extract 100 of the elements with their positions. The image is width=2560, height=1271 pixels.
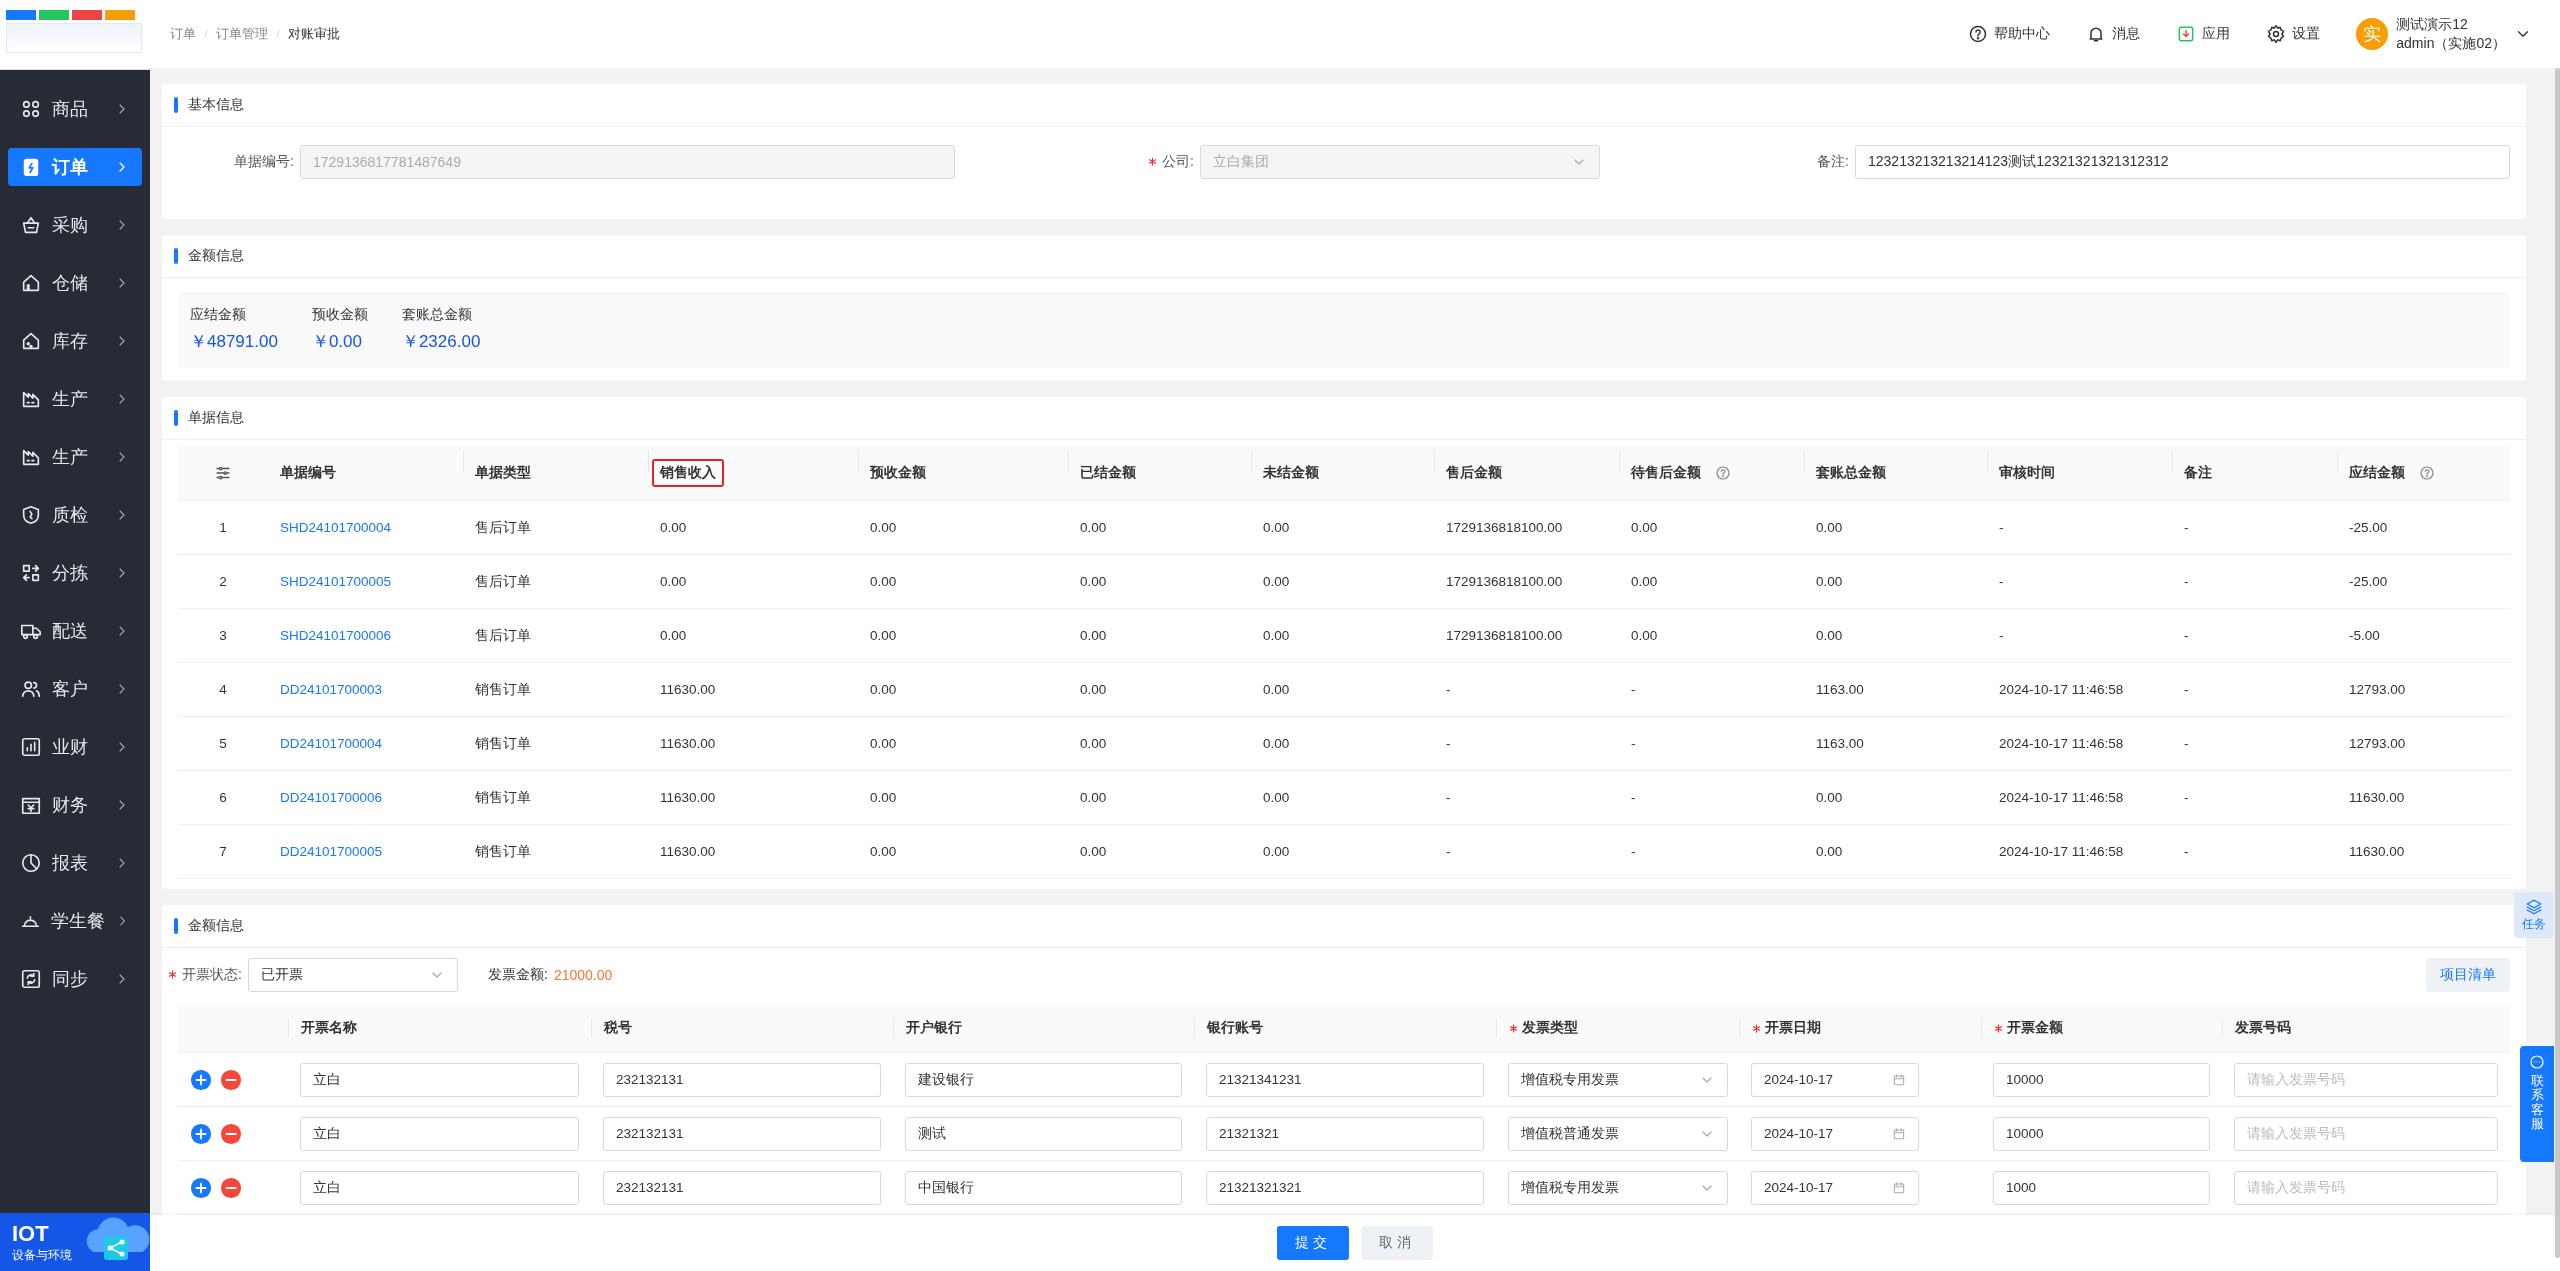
select-field[interactable]: 已开票 (248, 958, 458, 992)
user-menu[interactable]: 实 测试演示12 admin（实施02） (2356, 15, 2532, 53)
table-cell: 11630.00 (660, 736, 716, 751)
input-field[interactable]: 立白 (300, 1062, 579, 1097)
table-cell: 0.00 (1816, 790, 1843, 805)
submit-button[interactable]: 提交 (1277, 1226, 1349, 1260)
order-link[interactable]: SHD24101700004 (280, 520, 392, 535)
input-field[interactable]: 中国银行 (905, 1170, 1182, 1205)
table-cell: 0.00 (870, 844, 897, 859)
sidebar-item[interactable]: 报表 (8, 844, 142, 882)
sidebar-item[interactable]: 客户 (8, 670, 142, 708)
table-cell: 1729136818100.00 (1446, 574, 1563, 589)
input-field[interactable]: 21321341231 (1206, 1062, 1484, 1097)
sidebar-item[interactable]: 配送 (8, 612, 142, 650)
input-field[interactable]: 测试 (905, 1116, 1182, 1151)
order-link[interactable]: DD24101700004 (280, 736, 383, 751)
sidebar-item[interactable]: 仓储 (8, 264, 142, 302)
table-cell: 0.00 (1263, 736, 1290, 751)
remove-circle-icon[interactable] (220, 1176, 242, 1199)
date-field[interactable]: 2024-10-17 (1751, 1170, 1919, 1205)
order-link[interactable]: DD24101700005 (280, 844, 383, 859)
breadcrumb-link[interactable]: 订单 (170, 25, 196, 43)
remove-circle-icon[interactable] (220, 1068, 242, 1091)
order-link[interactable]: SHD24101700006 (280, 628, 392, 643)
banner-title: IOT (12, 1220, 50, 1247)
house-icon (20, 272, 42, 294)
sidebar-item[interactable]: 质检 (8, 496, 142, 534)
sidebar-item[interactable]: 同步 (8, 960, 142, 998)
table-cell: - (1999, 574, 2004, 589)
column-settings-icon[interactable] (214, 464, 232, 482)
table-cell: - (1446, 736, 1451, 751)
row-number: 4 (219, 682, 227, 697)
table-cell: 0.00 (1631, 520, 1658, 535)
input-field[interactable]: 1000 (1993, 1170, 2210, 1205)
header-action-link[interactable]: 设置 (2266, 24, 2321, 44)
table-cell: 11630.00 (660, 682, 716, 697)
input-field[interactable]: 10000 (1993, 1116, 2210, 1151)
column-header: 开票日期 (1765, 1019, 1821, 1037)
table-cell: 0.00 (1263, 574, 1290, 589)
table-cell: - (1999, 628, 2004, 643)
sidebar-item[interactable]: 库存 (8, 322, 142, 360)
order-link[interactable]: DD24101700003 (280, 682, 383, 697)
sidebar-item[interactable]: 财务 (8, 786, 142, 824)
input-field[interactable]: 21321321321 (1206, 1170, 1484, 1205)
arrows-icon (20, 562, 42, 584)
input-field[interactable]: 232132131 (603, 1170, 881, 1205)
scrollbar[interactable] (2555, 68, 2560, 1258)
order-link[interactable]: SHD24101700005 (280, 574, 392, 589)
table-cell: 0.00 (1263, 682, 1290, 697)
contact-service-button[interactable]: 联系客服 (2520, 1046, 2554, 1162)
table-cell: 0.00 (660, 628, 687, 643)
help-icon (1968, 24, 1989, 44)
cancel-button[interactable]: 取消 (1361, 1226, 1433, 1260)
table-cell: 0.00 (1080, 790, 1107, 805)
input-field[interactable]: 立白 (300, 1116, 579, 1151)
header-action-link[interactable]: 消息 (2086, 24, 2141, 44)
select-field[interactable]: 增值税专用发票 (1508, 1170, 1728, 1205)
basket-icon (20, 214, 42, 236)
sidebar-item[interactable]: 采购 (8, 206, 142, 244)
breadcrumb-link[interactable]: 订单管理 (216, 25, 268, 43)
input-field[interactable]: 232132131 (603, 1062, 881, 1097)
table-cell: 0.00 (870, 682, 897, 697)
table-cell: 2024-10-17 11:46:58 (1999, 682, 2124, 697)
input-field[interactable]: 建设银行 (905, 1062, 1182, 1097)
promo-banner[interactable]: IOT 设备与环境 (0, 1213, 150, 1271)
input-field[interactable]: 立白 (300, 1170, 579, 1205)
column-header: 单据编号 (279, 463, 337, 482)
table-cell: 11630.00 (2349, 844, 2405, 859)
header-action-link[interactable]: 应用 (2176, 24, 2231, 44)
user-name: 测试演示12 (2396, 15, 2469, 34)
sidebar-item[interactable]: 商品 (8, 90, 142, 128)
add-circle-icon[interactable] (190, 1176, 212, 1199)
table-cell: 1163.00 (1816, 682, 1864, 697)
input-field[interactable]: 21321321 (1206, 1116, 1484, 1151)
input-field[interactable]: 123213213213214123测试12321321321312312 (1855, 145, 2510, 179)
sidebar-item[interactable]: 学生餐 (8, 902, 142, 940)
title-accent-bar (174, 97, 178, 113)
row-number: 2 (219, 574, 227, 589)
input-field[interactable]: 10000 (1993, 1062, 2210, 1097)
table-cell: 1729136818100.00 (1446, 628, 1563, 643)
add-circle-icon[interactable] (190, 1122, 212, 1145)
item-list-button[interactable]: 项目清单 (2426, 958, 2510, 992)
date-field[interactable]: 2024-10-17 (1751, 1062, 1919, 1097)
table-cell: 12793.00 (2349, 682, 2406, 697)
sidebar-item[interactable]: 订单 (8, 148, 142, 186)
select-field[interactable]: 增值税专用发票 (1508, 1062, 1728, 1097)
sidebar-item[interactable]: 生产 (8, 380, 142, 418)
header-action-link[interactable]: 帮助中心 (1968, 24, 2051, 44)
date-field[interactable]: 2024-10-17 (1751, 1116, 1919, 1151)
input-field[interactable]: 232132131 (603, 1116, 881, 1151)
select-field[interactable]: 增值税普通发票 (1508, 1116, 1728, 1151)
table-cell: 0.00 (1263, 844, 1290, 859)
sidebar-item[interactable]: 分拣 (8, 554, 142, 592)
table-cell: 0.00 (1816, 844, 1843, 859)
order-link[interactable]: DD24101700006 (280, 790, 383, 805)
remove-circle-icon[interactable] (220, 1122, 242, 1145)
sidebar-item[interactable]: 业财 (8, 728, 142, 766)
add-circle-icon[interactable] (190, 1068, 212, 1091)
sidebar-item[interactable]: 生产 (8, 438, 142, 476)
table-cell: 0.00 (870, 628, 897, 643)
